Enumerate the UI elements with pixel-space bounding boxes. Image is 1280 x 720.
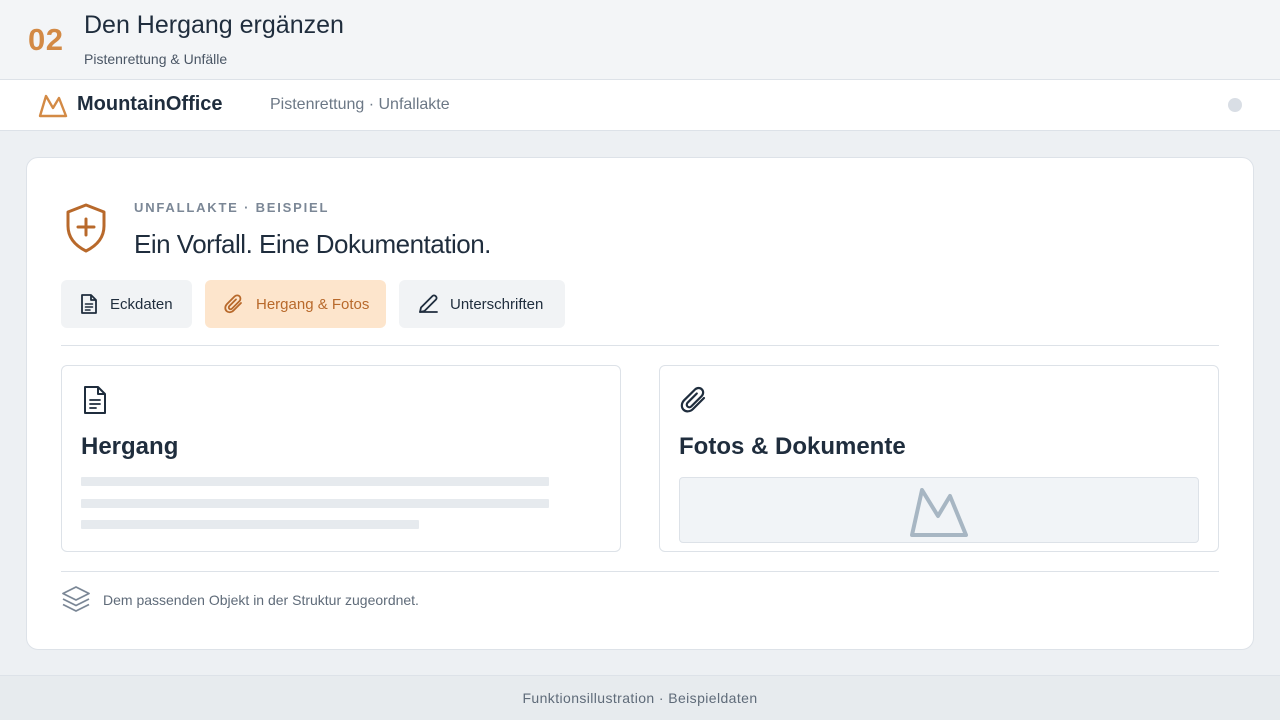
fotos-dokumente-panel[interactable]: Fotos & Dokumente [659, 365, 1219, 552]
document-icon [81, 294, 97, 314]
panel-title: Fotos & Dokumente [679, 433, 906, 460]
pen-icon [419, 294, 438, 313]
divider [61, 571, 1219, 572]
tab-label: Unterschriften [450, 295, 544, 313]
status-dot [1228, 98, 1242, 112]
card-eyebrow: UNFALLAKTE · BEISPIEL [134, 200, 330, 215]
mountain-icon[interactable] [38, 91, 68, 124]
text-placeholder-line [81, 499, 549, 508]
panel-title: Hergang [81, 433, 179, 460]
structure-footnote: Dem passenden Objekt in der Struktur zug… [103, 592, 419, 608]
tab-label: Eckdaten [110, 295, 173, 313]
hergang-panel[interactable]: Hergang [61, 365, 621, 552]
footer-text: Funktionsillustration · Beispieldaten [522, 690, 758, 706]
shield-plus-icon [63, 202, 109, 259]
brand-name[interactable]: MountainOffice [77, 93, 223, 116]
step-title: Den Hergang ergänzen [84, 11, 344, 39]
document-icon [81, 385, 109, 420]
photo-placeholder[interactable] [679, 477, 1199, 543]
tab-hergang-fotos[interactable]: Hergang & Fotos [205, 280, 386, 328]
text-placeholder-line [81, 477, 549, 486]
step-number: 02 [28, 22, 64, 57]
divider [61, 345, 1219, 346]
tab-unterschriften[interactable]: Unterschriften [399, 280, 565, 328]
card-heading: Ein Vorfall. Eine Dokumentation. [134, 229, 491, 259]
paperclip-icon [679, 385, 709, 420]
layers-icon [61, 585, 91, 620]
mountain-icon [910, 488, 968, 537]
tab-eckdaten[interactable]: Eckdaten [61, 280, 192, 328]
text-placeholder-line [81, 520, 419, 529]
breadcrumb: Pistenrettung · Unfallakte [270, 96, 450, 113]
step-subtitle: Pistenrettung & Unfälle [84, 51, 228, 67]
tab-label: Hergang & Fotos [256, 295, 370, 313]
paperclip-icon [224, 294, 242, 314]
